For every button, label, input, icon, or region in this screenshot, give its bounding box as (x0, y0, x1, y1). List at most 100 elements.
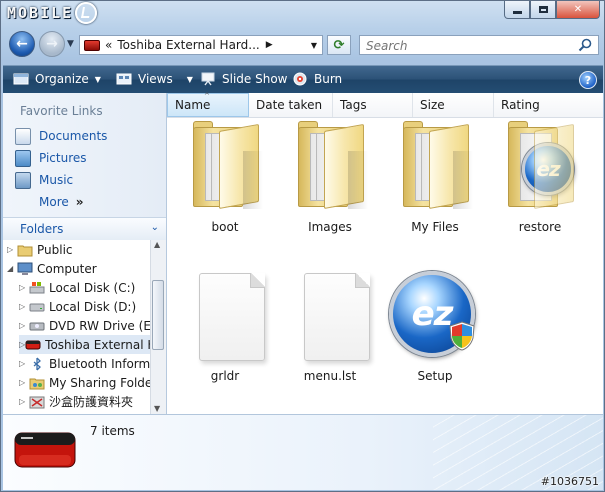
help-button[interactable]: ? (579, 71, 597, 89)
tree-item-local-disk-d[interactable]: ▷ Local Disk (D:) (19, 297, 136, 316)
item-label: restore (518, 220, 562, 234)
folder-icon (193, 121, 263, 209)
file-item-images[interactable]: Images (280, 121, 380, 234)
column-header-date-taken[interactable]: Date taken (249, 93, 333, 117)
navigation-pane: Favorite Links Documents Pictures Music … (3, 93, 167, 414)
views-button[interactable]: Views ▼ (116, 66, 193, 92)
slideshow-button[interactable]: Slide Show (200, 66, 287, 92)
tree-scrollbar[interactable]: ▲ ▼ (150, 240, 166, 414)
file-list: ^ Name Date taken Tags Size Rating boot … (167, 92, 603, 414)
title-bar: MOBILE ✕ (1, 1, 605, 27)
favorite-link-music[interactable]: Music (15, 170, 73, 190)
column-header-rating[interactable]: Rating (494, 93, 603, 117)
file-item-menu-lst[interactable]: menu.lst (280, 273, 380, 385)
tree-label: Local Disk (C:) (49, 280, 136, 295)
system-drive-icon (29, 281, 45, 293)
column-label: Tags (340, 98, 367, 112)
tree-item-local-disk-c[interactable]: ▷ Local Disk (C:) (19, 278, 135, 297)
file-item-restore[interactable]: ez restore (490, 121, 590, 234)
tree-label: Public (37, 242, 73, 257)
slideshow-icon (201, 72, 215, 86)
expand-icon[interactable]: ▷ (19, 283, 29, 292)
file-item-boot[interactable]: boot (175, 121, 275, 234)
tree-label: Computer (37, 261, 97, 276)
organize-button[interactable]: Organize ▼ (13, 66, 101, 92)
search-icon[interactable] (578, 38, 592, 52)
recent-pages-button[interactable]: ▼ (67, 39, 74, 49)
tree-label: Toshiba External H (45, 337, 150, 352)
slideshow-label: Slide Show (222, 72, 288, 86)
column-header-name[interactable]: ^ Name (167, 92, 249, 117)
favorite-label: Music (39, 173, 74, 187)
forward-button[interactable]: → (39, 31, 65, 57)
burn-label: Burn (314, 72, 343, 86)
file-item-setup[interactable]: ez Setup (385, 269, 485, 385)
folders-header[interactable]: Folders ⌄ (3, 217, 166, 241)
more-links[interactable]: More » (39, 192, 84, 212)
help-icon: ? (584, 73, 592, 87)
scroll-down-icon[interactable]: ▼ (154, 404, 160, 413)
column-header-size[interactable]: Size (413, 93, 494, 117)
file-item-grldr[interactable]: grldr (175, 273, 275, 385)
tree-item-sandbox-folder[interactable]: ▷ 沙盒防護資料夾 (19, 392, 133, 411)
search-box[interactable] (359, 35, 599, 55)
breadcrumb-separator-icon[interactable]: ▶ (266, 40, 273, 50)
column-label: Size (420, 98, 445, 112)
explorer-window: MOBILE ✕ ← → ▼ « Toshiba External Hard..… (0, 0, 605, 492)
column-label: Name (175, 98, 211, 112)
external-drive-icon (25, 340, 41, 349)
maximize-button[interactable] (530, 1, 556, 19)
expand-icon[interactable]: ▷ (19, 321, 29, 330)
logo-text: MOBILE (7, 4, 74, 22)
breadcrumb-prefix[interactable]: « (105, 38, 112, 52)
tree-item-public[interactable]: ▷ Public (7, 240, 73, 259)
burn-button[interactable]: Burn (292, 66, 342, 92)
organize-label: Organize (35, 72, 89, 86)
column-header-tags[interactable]: Tags (333, 93, 413, 117)
tree-item-computer[interactable]: ◢ Computer (7, 259, 97, 278)
logo-ring-icon (75, 2, 98, 24)
close-button[interactable]: ✕ (556, 1, 600, 19)
refresh-icon: ⟳ (333, 37, 345, 53)
favorite-label: Documents (39, 129, 108, 143)
item-label: menu.lst (303, 369, 357, 383)
file-item-my-files[interactable]: My Files (385, 121, 485, 234)
favorite-link-pictures[interactable]: Pictures (15, 148, 87, 168)
tree-item-my-sharing-folder[interactable]: ▷ My Sharing Folder (19, 373, 150, 392)
drive-icon (29, 303, 45, 311)
scrollbar-thumb[interactable] (152, 280, 164, 350)
sort-arrow-icon: ^ (204, 92, 210, 100)
breadcrumb[interactable]: Toshiba External Hard... (117, 38, 259, 52)
bluetooth-icon (33, 357, 41, 370)
expand-icon[interactable]: ▷ (7, 245, 17, 254)
file-icon (199, 273, 265, 361)
column-headers: ^ Name Date taken Tags Size Rating (167, 92, 603, 118)
address-bar[interactable]: « Toshiba External Hard... ▶ ▼ (79, 35, 323, 55)
expand-icon[interactable]: ▷ (19, 302, 29, 311)
tree-item-toshiba-external[interactable]: ▷ Toshiba External H (19, 335, 150, 354)
folders-label: Folders (20, 222, 64, 236)
refresh-button[interactable]: ⟳ (327, 35, 351, 55)
address-dropdown-icon[interactable]: ▼ (306, 36, 322, 54)
external-drive-icon (84, 39, 100, 51)
external-drive-icon (14, 432, 76, 468)
expand-icon[interactable]: ▷ (19, 397, 29, 406)
back-button[interactable]: ← (9, 31, 35, 57)
minimize-button[interactable] (504, 1, 530, 19)
tree-label: Bluetooth Informa (49, 356, 150, 371)
scroll-up-icon[interactable]: ▲ (154, 240, 160, 249)
burn-disc-icon (293, 72, 307, 86)
collapse-icon[interactable]: ◢ (7, 264, 17, 273)
search-input[interactable] (364, 37, 578, 55)
expand-icon[interactable]: ▷ (19, 378, 29, 387)
tree-label: My Sharing Folder (49, 375, 150, 390)
chevron-down-icon[interactable]: ⌄ (151, 222, 159, 233)
tree-item-dvd-drive[interactable]: ▷ DVD RW Drive (E:) (19, 316, 150, 335)
tree-item-bluetooth[interactable]: ▷ Bluetooth Informa (19, 354, 150, 373)
item-label: Setup (417, 369, 453, 383)
favorite-link-documents[interactable]: Documents (15, 126, 107, 146)
expand-icon[interactable]: ▷ (19, 359, 29, 368)
column-label: Rating (501, 98, 540, 112)
minimize-icon (512, 11, 522, 14)
documents-icon (15, 127, 31, 145)
